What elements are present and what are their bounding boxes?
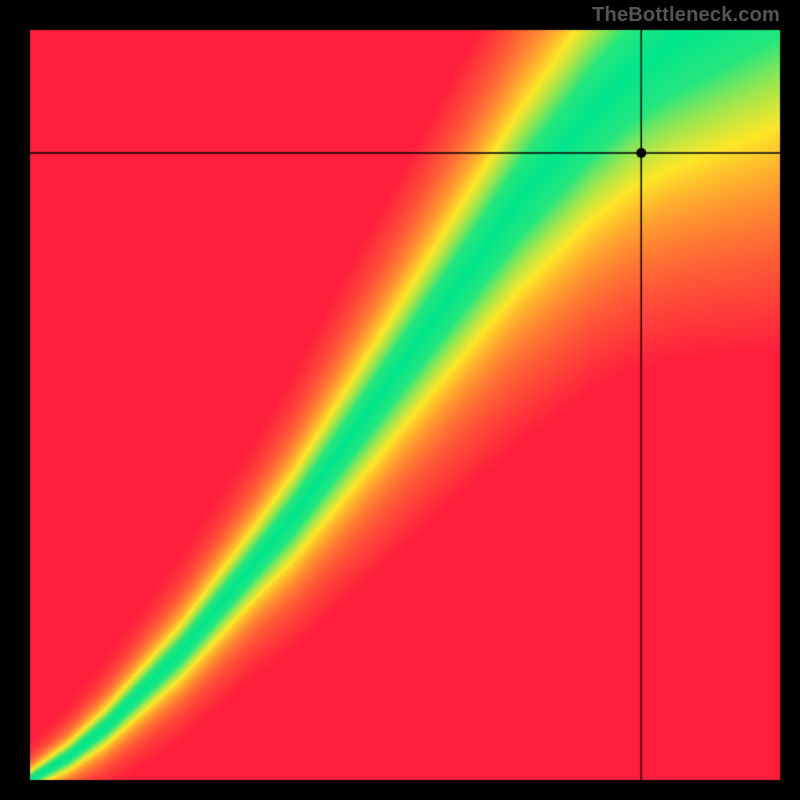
watermark-text: TheBottleneck.com — [592, 4, 780, 27]
chart-container: TheBottleneck.com — [0, 0, 800, 800]
bottleneck-heatmap — [0, 0, 800, 800]
